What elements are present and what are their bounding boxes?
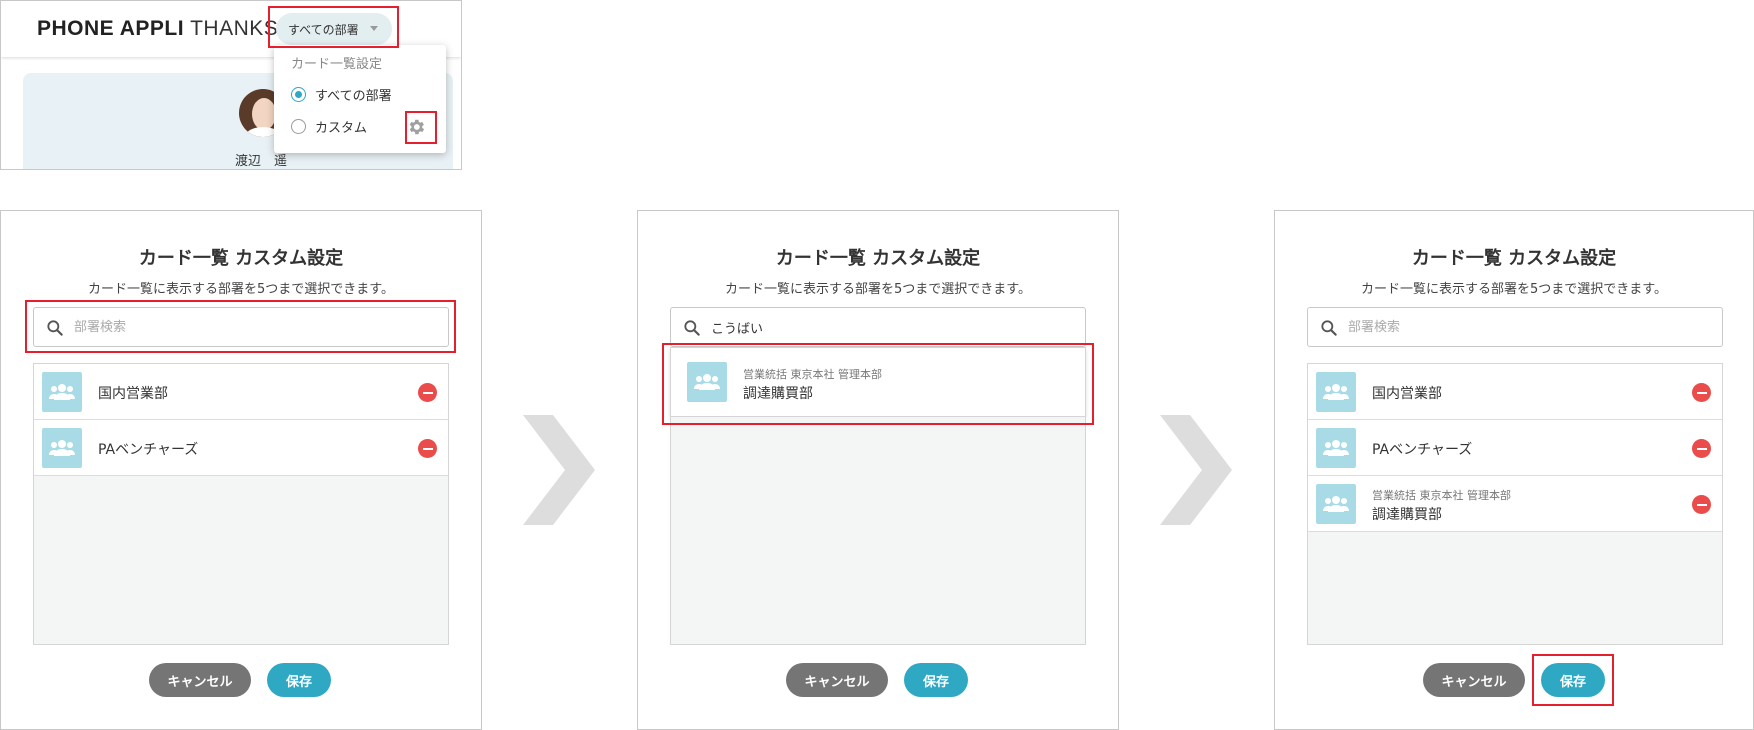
panel-description: カード一覧に表示する部署を5つまで選択できます。: [88, 282, 394, 297]
department-search-input[interactable]: [711, 308, 1071, 346]
radio-option-all-departments[interactable]: すべての部署: [291, 85, 392, 104]
custom-settings-panel-1: カード一覧 カスタム設定 カード一覧に表示する部署を5つまで選択できます。 国内…: [0, 210, 482, 730]
radio-option-label: カスタム: [315, 121, 368, 136]
gear-icon: [409, 119, 425, 135]
panel-description: カード一覧に表示する部署を5つまで選択できます。: [725, 282, 1031, 297]
search-icon: [47, 320, 63, 336]
remove-icon[interactable]: [1692, 383, 1711, 402]
chevron-right-icon: [1160, 415, 1232, 525]
people-icon: [1316, 484, 1356, 524]
remove-icon[interactable]: [1692, 439, 1711, 458]
app-logo: PHONE APPLI THANKS: [37, 17, 278, 41]
people-icon: [1316, 372, 1356, 412]
search-result-item[interactable]: 営業統括 東京本社 管理本部 調達購買部: [670, 347, 1086, 417]
selected-department-list: 国内営業部 PAベンチャーズ: [33, 363, 449, 645]
search-icon: [684, 320, 700, 336]
radio-checked-icon[interactable]: [291, 87, 306, 102]
department-filter-label: すべての部署: [288, 22, 359, 37]
department-search-field[interactable]: [670, 307, 1086, 347]
cancel-button[interactable]: キャンセル: [1423, 663, 1525, 697]
selected-department-list: 国内営業部 PAベンチャーズ 営業統括 東京本社 管理本部 調達購買部: [1307, 363, 1723, 645]
department-search-input[interactable]: [1348, 308, 1708, 346]
remove-icon[interactable]: [1692, 495, 1711, 514]
department-filter-select[interactable]: すべての部署: [276, 13, 392, 45]
search-icon: [1321, 320, 1337, 336]
list-item: PAベンチャーズ: [34, 420, 448, 476]
custom-settings-button[interactable]: [404, 115, 428, 139]
save-button[interactable]: 保存: [904, 663, 968, 697]
chevron-right-icon: [523, 415, 595, 525]
list-item: 国内営業部: [1308, 364, 1722, 420]
remove-icon[interactable]: [418, 439, 437, 458]
list-item: 国内営業部: [34, 364, 448, 420]
department-name: 調達購買部: [743, 386, 813, 402]
department-name: PAベンチャーズ: [98, 442, 199, 458]
save-button[interactable]: 保存: [267, 663, 331, 697]
panel-title: カード一覧 カスタム設定: [1411, 248, 1617, 269]
department-search-input[interactable]: [74, 308, 434, 346]
save-button[interactable]: 保存: [1541, 663, 1605, 697]
panel-title: カード一覧 カスタム設定: [775, 248, 981, 269]
radio-option-label: すべての部署: [315, 89, 392, 104]
department-search-field[interactable]: [1307, 307, 1723, 347]
caret-down-icon: [370, 26, 378, 31]
cancel-button[interactable]: キャンセル: [786, 663, 888, 697]
dropdown-title: カード一覧設定: [291, 57, 383, 72]
radio-unchecked-icon[interactable]: [291, 119, 306, 134]
list-item: 営業統括 東京本社 管理本部 調達購買部: [1308, 476, 1722, 532]
brand-name-bold: PHONE APPLI: [37, 17, 185, 40]
department-path: 営業統括 東京本社 管理本部: [743, 368, 882, 381]
panel-title: カード一覧 カスタム設定: [138, 248, 344, 269]
remove-icon[interactable]: [418, 383, 437, 402]
department-name: 国内営業部: [98, 386, 168, 402]
people-icon: [42, 372, 82, 412]
custom-settings-panel-3: カード一覧 カスタム設定 カード一覧に表示する部署を5つまで選択できます。 国内…: [1274, 210, 1754, 730]
department-search-field[interactable]: [33, 307, 449, 347]
radio-option-custom[interactable]: カスタム: [291, 117, 367, 136]
search-results-area: [670, 417, 1086, 645]
cancel-button[interactable]: キャンセル: [149, 663, 251, 697]
panel-description: カード一覧に表示する部署を5つまで選択できます。: [1361, 282, 1667, 297]
people-icon: [1316, 428, 1356, 468]
department-name: 調達購買部: [1372, 507, 1442, 523]
department-name: 国内営業部: [1372, 386, 1442, 402]
department-name: PAベンチャーズ: [1372, 442, 1473, 458]
list-item: PAベンチャーズ: [1308, 420, 1722, 476]
people-icon: [687, 362, 727, 402]
header-screenshot: PHONE APPLI THANKS すべての部署 渡辺 遥 カード一覧設定 すべ…: [0, 0, 462, 170]
custom-settings-panel-2: カード一覧 カスタム設定 カード一覧に表示する部署を5つまで選択できます。 営業…: [637, 210, 1119, 730]
card-list-settings-dropdown: カード一覧設定 すべての部署 カスタム: [274, 45, 446, 153]
brand-name-thin: THANKS: [190, 17, 279, 40]
people-icon: [42, 428, 82, 468]
department-path: 営業統括 東京本社 管理本部: [1372, 489, 1511, 502]
